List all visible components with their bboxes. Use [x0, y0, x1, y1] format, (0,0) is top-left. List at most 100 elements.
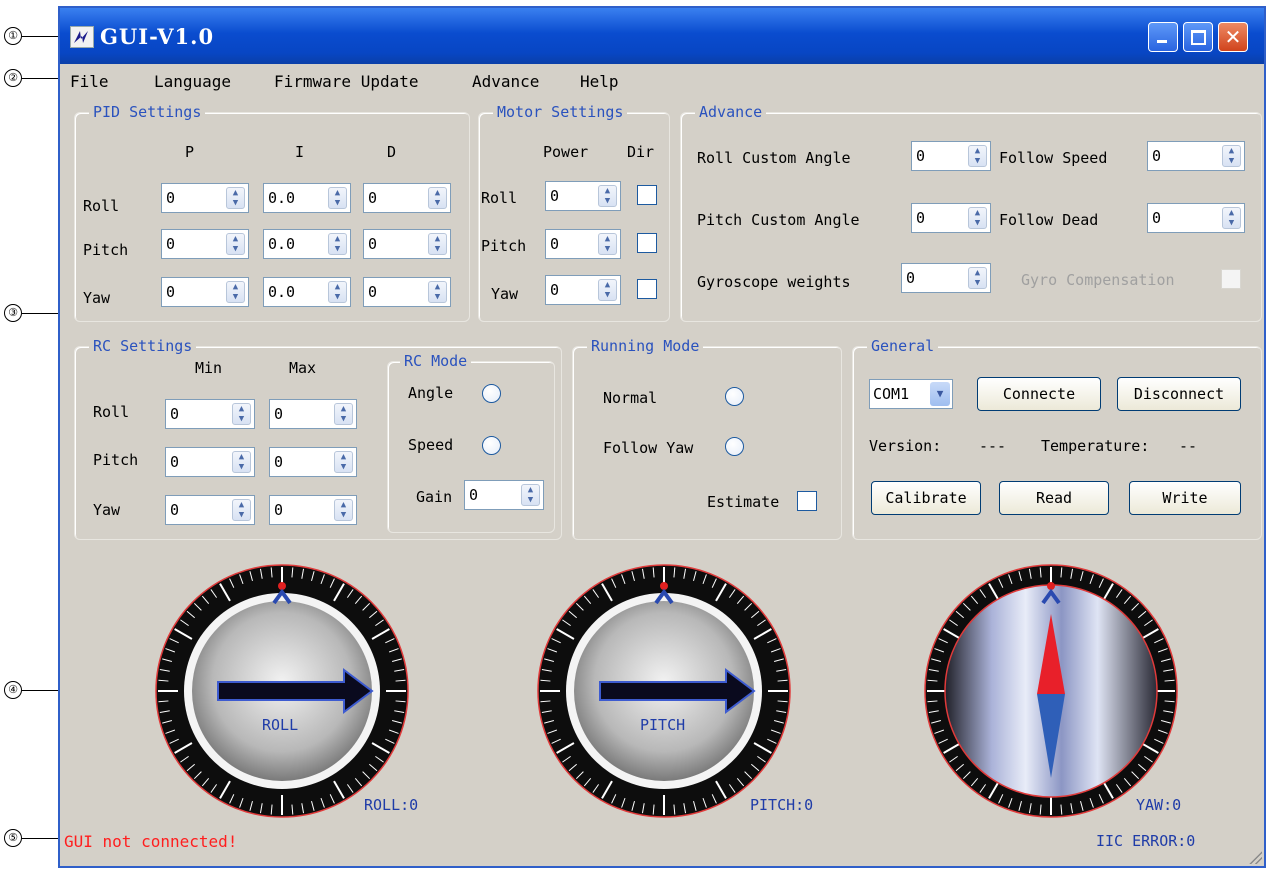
rc-roll-min-input[interactable]: 0 ▲ ▼: [165, 399, 255, 429]
spin-arrows-icon[interactable]: ▲ ▼: [328, 187, 347, 209]
com-port-select[interactable]: COM1 ▼: [869, 379, 953, 409]
dial-tick: [354, 595, 363, 604]
spin-arrows-icon[interactable]: ▲ ▼: [232, 499, 251, 521]
spin-arrows-icon[interactable]: ▲ ▼: [428, 187, 447, 209]
spin-arrows-icon[interactable]: ▲ ▼: [598, 279, 617, 301]
spin-value: 0: [916, 209, 926, 227]
spin-arrows-icon[interactable]: ▲ ▼: [334, 499, 353, 521]
menu-help[interactable]: Help: [580, 72, 619, 91]
running-mode-title: Running Mode: [587, 337, 704, 355]
write-button[interactable]: Write: [1129, 481, 1241, 515]
calibrate-button[interactable]: Calibrate: [871, 481, 981, 515]
dial-tick: [158, 700, 169, 703]
spin-arrows-icon[interactable]: ▲ ▼: [226, 233, 245, 255]
pid-settings-group: PID Settings P I D Roll 0 ▲ ▼ 0.0 ▲ ▼ 0 ▲ ▼ Pi…: [74, 103, 470, 322]
pitch-custom-angle-input[interactable]: 0 ▲ ▼: [911, 203, 991, 233]
motor-roll-power-input[interactable]: 0 ▲ ▼: [545, 181, 621, 211]
dial-tick: [329, 578, 335, 588]
spin-arrows-icon[interactable]: ▲ ▼: [521, 484, 540, 506]
menu-file[interactable]: File: [70, 72, 109, 91]
spin-value: 0.0: [268, 235, 296, 253]
dial-tick: [186, 763, 195, 772]
dial-tick: [1164, 700, 1175, 703]
spin-arrows-icon[interactable]: ▲ ▼: [328, 233, 347, 255]
pid-pitch-d-input[interactable]: 0 ▲ ▼: [363, 229, 451, 259]
spin-arrows-icon[interactable]: ▲ ▼: [334, 403, 353, 425]
dial-tick: [988, 583, 1000, 602]
pid-pitch-i-input[interactable]: 0.0 ▲ ▼: [263, 229, 351, 259]
follow-speed-input[interactable]: 0 ▲ ▼: [1147, 141, 1245, 171]
spin-arrows-icon[interactable]: ▲ ▼: [428, 233, 447, 255]
maximize-button[interactable]: [1183, 22, 1213, 52]
spin-value: 0: [274, 501, 284, 519]
follow-yaw-radio[interactable]: [725, 437, 744, 456]
title-bar[interactable]: GUI-V1.0 ✕: [60, 8, 1264, 64]
spin-arrows-icon[interactable]: ▲ ▼: [334, 451, 353, 473]
estimate-checkbox[interactable]: [797, 491, 817, 511]
dial-tick: [934, 648, 945, 653]
rc-pitch-min-input[interactable]: 0 ▲ ▼: [165, 447, 255, 477]
minimize-button[interactable]: [1148, 22, 1178, 52]
follow-dead-input[interactable]: 0 ▲ ▼: [1147, 203, 1245, 233]
pid-pitch-p-input[interactable]: 0 ▲ ▼: [161, 229, 249, 259]
pid-settings-title: PID Settings: [89, 103, 206, 121]
spin-arrows-icon[interactable]: ▲ ▼: [428, 281, 447, 303]
spin-arrows-icon[interactable]: ▲ ▼: [968, 145, 987, 167]
close-button[interactable]: ✕: [1218, 22, 1248, 52]
dial-tick: [394, 710, 405, 714]
motor-pitch-dir-checkbox[interactable]: [637, 233, 657, 253]
gyro-weights-input[interactable]: 0 ▲ ▼: [901, 263, 991, 293]
spin-arrows-icon[interactable]: ▲ ▼: [1222, 207, 1241, 229]
roll-custom-angle-input[interactable]: 0 ▲ ▼: [911, 141, 991, 171]
menu-firmware-update[interactable]: Firmware Update: [274, 72, 419, 91]
read-button[interactable]: Read: [999, 481, 1109, 515]
dial-tick: [1157, 648, 1168, 653]
rc-mode-speed-radio[interactable]: [482, 436, 501, 455]
dial-tick: [1123, 595, 1132, 604]
menu-advance[interactable]: Advance: [472, 72, 539, 91]
pid-yaw-p-input[interactable]: 0 ▲ ▼: [161, 277, 249, 307]
gain-input[interactable]: 0 ▲ ▼: [464, 480, 544, 510]
dial-tick: [1157, 729, 1168, 734]
spin-arrows-icon[interactable]: ▲ ▼: [968, 207, 987, 229]
dial-tick: [301, 803, 305, 814]
pid-yaw-d-input[interactable]: 0 ▲ ▼: [363, 277, 451, 307]
spin-arrows-icon[interactable]: ▲ ▼: [226, 281, 245, 303]
connect-button[interactable]: Connecte: [977, 377, 1101, 411]
motor-roll-dir-checkbox[interactable]: [637, 185, 657, 205]
spin-arrows-icon[interactable]: ▲ ▼: [226, 187, 245, 209]
spin-arrows-icon[interactable]: ▲ ▼: [968, 267, 987, 289]
rc-mode-angle-radio[interactable]: [482, 384, 501, 403]
spin-arrows-icon[interactable]: ▲ ▼: [1222, 145, 1241, 167]
dial-tick: [583, 778, 592, 787]
disconnect-button[interactable]: Disconnect: [1117, 377, 1241, 411]
menu-language[interactable]: Language: [154, 72, 231, 91]
chevron-down-icon[interactable]: ▼: [930, 382, 950, 406]
rc-yaw-max-input[interactable]: 0 ▲ ▼: [269, 495, 357, 525]
dial-tick: [928, 668, 939, 672]
follow-speed-label: Follow Speed: [999, 149, 1108, 167]
dial-tick: [551, 738, 561, 744]
rc-pitch-max-input[interactable]: 0 ▲ ▼: [269, 447, 357, 477]
motor-yaw-power-input[interactable]: 0 ▲ ▼: [545, 275, 621, 305]
spin-arrows-icon[interactable]: ▲ ▼: [598, 233, 617, 255]
rc-roll-max-input[interactable]: 0 ▲ ▼: [269, 399, 357, 429]
spin-arrows-icon[interactable]: ▲ ▼: [232, 451, 251, 473]
dial-tick: [388, 648, 399, 653]
com-port-value: COM1: [873, 385, 910, 403]
resize-grip-icon[interactable]: [1248, 850, 1262, 864]
dial-tick: [369, 763, 378, 772]
rc-yaw-min-input[interactable]: 0 ▲ ▼: [165, 495, 255, 525]
spin-arrows-icon[interactable]: ▲ ▼: [598, 185, 617, 207]
motor-yaw-dir-checkbox[interactable]: [637, 279, 657, 299]
spin-arrows-icon[interactable]: ▲ ▼: [328, 281, 347, 303]
motor-pitch-power-input[interactable]: 0 ▲ ▼: [545, 229, 621, 259]
dial-tick: [751, 610, 760, 619]
pid-roll-i-input[interactable]: 0.0 ▲ ▼: [263, 183, 351, 213]
pid-roll-d-input[interactable]: 0 ▲ ▼: [363, 183, 451, 213]
spin-arrows-icon[interactable]: ▲ ▼: [232, 403, 251, 425]
gyro-compensation-checkbox[interactable]: [1221, 269, 1241, 289]
pid-roll-p-input[interactable]: 0 ▲ ▼: [161, 183, 249, 213]
pid-yaw-i-input[interactable]: 0.0 ▲ ▼: [263, 277, 351, 307]
normal-radio[interactable]: [725, 387, 744, 406]
